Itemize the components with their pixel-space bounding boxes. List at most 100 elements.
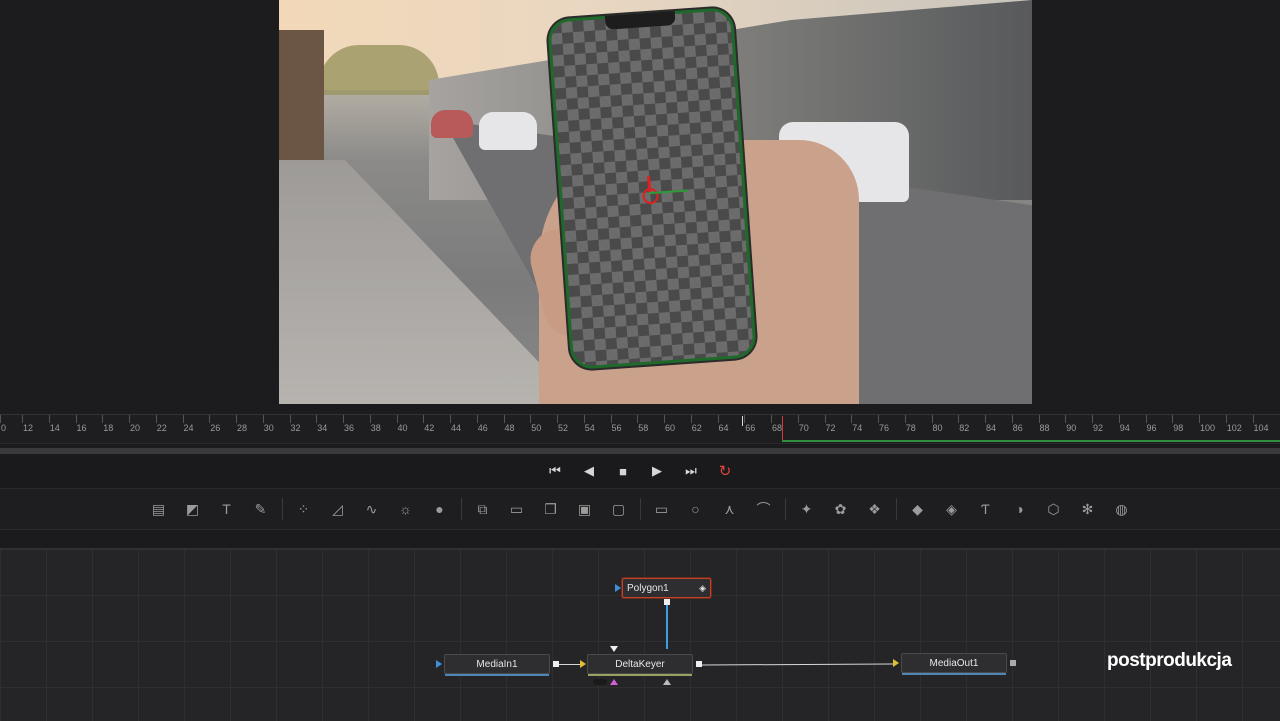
tick-label: 104 — [1253, 423, 1269, 433]
spotlight3d-icon[interactable]: ✻ — [1071, 494, 1105, 524]
pdirectional-icon[interactable]: ❖ — [858, 494, 892, 524]
viewer-image[interactable] — [279, 0, 1032, 404]
crop-icon[interactable]: ▢ — [602, 494, 636, 524]
node-editor[interactable]: Polygon1 ◈ MediaIn1 DeltaKeyer MediaOut1 — [0, 548, 1280, 721]
car-red — [431, 110, 473, 138]
tick-mark — [1038, 415, 1040, 423]
phone-keyed-screen[interactable] — [546, 6, 758, 371]
deltakeyer-node-bar — [588, 674, 692, 676]
tick-mark — [343, 415, 344, 423]
renderer3d-icon[interactable]: ◑ — [1003, 494, 1037, 524]
polygon-node[interactable]: Polygon1 ◈ — [622, 578, 711, 598]
merge-icon[interactable]: ⧉ — [466, 494, 500, 524]
playhead[interactable] — [782, 416, 783, 442]
tick-mark — [530, 415, 532, 423]
tick-mark — [824, 415, 826, 423]
scrub-bar[interactable] — [0, 448, 1280, 454]
transform-icon[interactable]: ▭ — [500, 494, 534, 524]
rect-mask-icon[interactable]: ▭ — [645, 494, 679, 524]
toolbar-separator — [784, 498, 786, 520]
tick-label: 0 — [1, 423, 7, 433]
tick-label: 12 — [23, 423, 34, 433]
toolbar-separator — [460, 498, 462, 520]
go-to-last-frame-button[interactable]: ⏭ — [680, 460, 702, 482]
keyer-garbage-mask-port-icon[interactable] — [610, 679, 618, 685]
rectangle-icon[interactable]: ❐ — [534, 494, 568, 524]
tick-mark — [637, 415, 639, 423]
tick-label: 100 — [1200, 423, 1216, 433]
tick-mark — [557, 415, 558, 423]
tick-mark — [289, 415, 291, 423]
tick-mark — [1252, 415, 1254, 423]
tick-mark — [851, 415, 853, 423]
mediain-node[interactable]: MediaIn1 — [444, 654, 550, 676]
brand-watermark: postprodukcja — [1107, 650, 1232, 671]
background-icon[interactable]: ▤ — [142, 494, 176, 524]
mediain-node-bar — [445, 674, 549, 676]
camera3d-icon[interactable]: ⬡ — [1037, 494, 1071, 524]
tick-label: 96 — [1146, 423, 1157, 433]
mediaout-node[interactable]: MediaOut1 — [901, 653, 1007, 675]
tick-mark — [396, 415, 398, 423]
tick-mark — [958, 415, 960, 423]
light-icon[interactable]: ☼ — [389, 494, 423, 524]
shape3d-icon[interactable]: ◆ — [901, 494, 935, 524]
tick-mark — [182, 415, 184, 423]
tick-label: 34 — [317, 423, 328, 433]
bspline-icon[interactable]: ∿ — [355, 494, 389, 524]
deltakeyer-node-label: DeltaKeyer — [615, 658, 665, 670]
tick-label: 60 — [665, 423, 676, 433]
paint-icon[interactable]: ✎ — [244, 494, 278, 524]
tick-mark — [690, 415, 692, 423]
tick-mark — [1145, 415, 1147, 423]
image-plane-icon[interactable]: ◩ — [176, 494, 210, 524]
tick-label: 76 — [879, 423, 890, 433]
tick-mark — [209, 415, 211, 423]
polygon-input-port-icon[interactable] — [615, 584, 621, 592]
tick-label: 82 — [959, 423, 970, 433]
tick-label: 90 — [1066, 423, 1077, 433]
bspline-mask-icon[interactable]: ⌒ — [747, 494, 781, 524]
left-wall — [279, 30, 324, 160]
keyer-effect-mask-port-icon[interactable] — [663, 679, 671, 685]
tick-mark — [878, 415, 879, 423]
tick-mark — [423, 415, 425, 423]
deltakeyer-node[interactable]: DeltaKeyer — [587, 654, 693, 676]
mediain-input-port-icon[interactable] — [436, 660, 442, 668]
tick-label: 56 — [611, 423, 622, 433]
ambient-light-icon[interactable]: ◍ — [1105, 494, 1139, 524]
tool-bar: ▤ ◩ T ✎ ⁘ ◿ ∿ ☼ ● ⧉ ▭ ❐ ▣ ▢ ▭ ○ ⋏ ⌒ ✦ ✿ ❖ ◆ ◈ Ƭ ◑ ⬡ ✻ ◍ — [0, 488, 1280, 530]
tick-label: 28 — [237, 423, 248, 433]
stop-button[interactable]: ■ — [612, 460, 634, 482]
mediaout-input-port-icon[interactable] — [893, 659, 899, 667]
toolbar-separator — [281, 498, 283, 520]
tick-label: 94 — [1119, 423, 1130, 433]
tick-mark — [476, 415, 478, 423]
text-icon[interactable]: T — [210, 494, 244, 524]
tick-label: 40 — [397, 423, 408, 433]
polygon-mask-icon[interactable]: ⋏ — [713, 494, 747, 524]
tick-label: 24 — [183, 423, 194, 433]
tracker-icon[interactable]: ▣ — [568, 494, 602, 524]
loop-icon[interactable]: ↻ — [714, 460, 736, 482]
keyer-fg-input-port-icon[interactable] — [580, 660, 586, 668]
mediaout-output-port[interactable] — [1010, 660, 1016, 666]
go-to-first-frame-button[interactable]: ⏮ — [544, 460, 566, 482]
prender-icon[interactable]: ✿ — [824, 494, 858, 524]
tick-mark — [1092, 415, 1093, 423]
play-forward-button[interactable]: ▶ — [646, 460, 668, 482]
viewer[interactable] — [0, 0, 1280, 414]
tick-mark — [1065, 415, 1067, 423]
keyer-bg-input-port-icon[interactable] — [610, 646, 618, 652]
tick-label: 50 — [531, 423, 542, 433]
drop-icon[interactable]: ● — [423, 494, 457, 524]
merge3d-icon[interactable]: ◈ — [935, 494, 969, 524]
pemitter-icon[interactable]: ✦ — [790, 494, 824, 524]
play-reverse-button[interactable]: ◀ — [578, 460, 600, 482]
curves-icon[interactable]: ◿ — [321, 494, 355, 524]
particles-icon[interactable]: ⁘ — [287, 494, 321, 524]
ellipse-mask-icon[interactable]: ○ — [679, 494, 713, 524]
tick-label: 98 — [1173, 423, 1184, 433]
tick-label: 48 — [504, 423, 515, 433]
text3d-icon[interactable]: Ƭ — [969, 494, 1003, 524]
